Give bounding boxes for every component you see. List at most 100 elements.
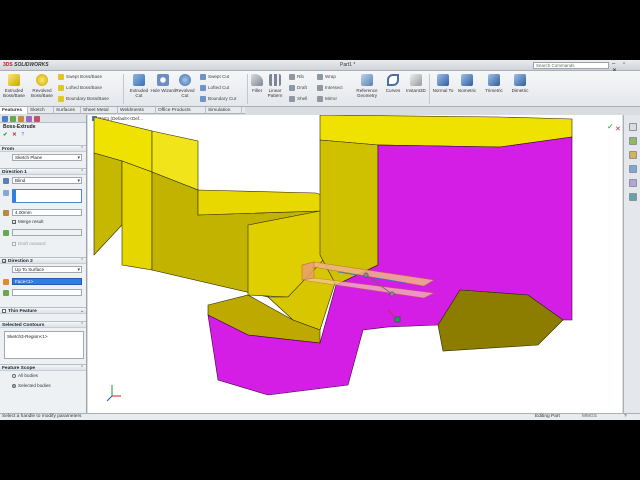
tab-simulation[interactable]: Simulation <box>206 107 242 114</box>
dimetric-button[interactable]: Dimetric <box>507 74 533 93</box>
selected-bodies-radio[interactable]: Selected bodies <box>12 383 51 388</box>
shell-icon <box>289 95 295 102</box>
shell-button[interactable]: Shell <box>289 94 307 103</box>
direction2-end-condition-select[interactable]: Up To Surface <box>12 266 82 273</box>
all-bodies-radio[interactable]: All bodies <box>12 373 38 378</box>
extruded-cut-button[interactable]: Extruded Cut <box>126 74 152 98</box>
curves-icon <box>387 74 399 86</box>
help-button[interactable]: ? <box>21 132 24 138</box>
direction2-face-field[interactable]: Face<1> <box>12 278 82 285</box>
normal-to-icon <box>437 74 449 86</box>
draft-icon <box>289 84 295 91</box>
view-palette-icon[interactable] <box>629 165 637 173</box>
swept-boss-button[interactable]: Swept Boss/Base <box>58 72 102 81</box>
boundary-boss-icon <box>58 95 64 102</box>
selected-contours-list[interactable]: Sketch3-Region<1> <box>4 331 84 359</box>
reference-geometry-button[interactable]: Reference Geometry <box>352 74 382 98</box>
trimetric-button[interactable]: Trimetric <box>481 74 507 93</box>
configuration-manager-tab-icon[interactable] <box>18 116 24 122</box>
draft-button[interactable]: Draft <box>289 83 307 92</box>
selected-contours-group-header[interactable]: Selected Contours ⌃ <box>0 321 86 328</box>
merge-result-label: Merge result <box>18 219 44 224</box>
cancel-x-icon[interactable]: ✕ <box>615 125 621 133</box>
ok-check-icon[interactable]: ✓ <box>607 122 614 131</box>
direction2-check[interactable]: ✓ <box>2 258 6 263</box>
logo-ds: 3DS <box>3 62 13 68</box>
chevron-up-icon: ⌃ <box>79 259 84 264</box>
draft-outward-checkbox[interactable]: Draft outward <box>12 241 46 246</box>
revolved-boss-button[interactable]: Revolved Boss/Base <box>29 74 55 98</box>
appearances-icon[interactable] <box>629 179 637 187</box>
direction2-offset-field[interactable] <box>12 289 82 296</box>
boundary-boss-button[interactable]: Boundary Boss/Base <box>58 94 109 103</box>
intersect-button[interactable]: Intersect <box>317 83 343 92</box>
all-bodies-label: All bodies <box>18 373 38 378</box>
chevron-up-icon: ⌃ <box>79 147 84 152</box>
draft-outward-check <box>12 241 16 246</box>
direction1-group-header[interactable]: Direction 1 ⌃ <box>0 168 86 175</box>
wrap-button[interactable]: Wrap <box>317 72 336 81</box>
custom-properties-icon[interactable] <box>629 193 637 201</box>
ok-button[interactable]: ✔ <box>3 132 8 138</box>
intersect-icon <box>317 84 323 91</box>
status-help-button[interactable]: ? <box>624 414 627 420</box>
swept-cut-button[interactable]: Swept Cut <box>200 72 229 81</box>
extruded-boss-button[interactable]: Extruded Boss/Base <box>1 74 27 98</box>
isometric-label: Isometric <box>457 88 477 93</box>
linear-pattern-icon <box>269 74 281 86</box>
merge-result-checkbox[interactable]: ✓ Merge result <box>12 219 44 224</box>
instant3d-button[interactable]: Instant3D <box>403 74 429 93</box>
feature-scope-group-header[interactable]: Feature Scope ⌃ <box>0 364 86 371</box>
thin-feature-check[interactable] <box>2 308 6 313</box>
direction1-end-condition-select[interactable]: Blind <box>12 177 82 184</box>
reverse-direction-icon[interactable] <box>3 178 9 184</box>
direction2-label: Direction 2 <box>8 259 33 264</box>
lofted-boss-button[interactable]: Lofted Boss/Base <box>58 83 102 92</box>
swept-cut-label: Swept Cut <box>208 74 230 79</box>
green-handle-icon[interactable] <box>394 316 401 323</box>
dimxpert-tab-icon[interactable] <box>26 116 32 122</box>
ribbon-separator <box>123 74 124 104</box>
feature-tree-tab-icon[interactable] <box>2 116 8 122</box>
drag-handle-dot[interactable] <box>363 272 369 278</box>
contour-list-item[interactable]: Sketch3-Region<1> <box>7 334 81 339</box>
boss-extrude-title: Boss-Extrude <box>3 124 36 130</box>
tab-surfaces[interactable]: Surfaces <box>54 107 81 114</box>
linear-pattern-button[interactable]: Linear Pattern <box>262 74 288 98</box>
direction2-group-header[interactable]: ✓ Direction 2 ⌃ <box>0 257 86 264</box>
units-selector[interactable]: MMGS <box>582 414 597 420</box>
tab-sketch[interactable]: Sketch <box>28 107 54 114</box>
home-icon[interactable] <box>629 123 637 131</box>
mirror-button[interactable]: Mirror <box>317 94 337 103</box>
direction-of-extrusion-field[interactable] <box>12 189 82 203</box>
boundary-cut-button[interactable]: Boundary Cut <box>200 94 236 103</box>
from-select[interactable]: Sketch Plane <box>12 154 82 161</box>
search-commands-input[interactable]: Search Commands <box>533 62 609 69</box>
design-library-icon[interactable] <box>629 137 637 145</box>
drag-handle-dot-2[interactable] <box>389 291 395 297</box>
draft-angle-input[interactable] <box>12 229 82 236</box>
offset-icon <box>3 290 9 296</box>
isometric-icon <box>461 74 473 86</box>
depth-input[interactable]: 4.00mm <box>12 209 82 216</box>
property-manager-tab-icon[interactable] <box>10 116 16 122</box>
tab-features[interactable]: Features <box>0 107 28 114</box>
isometric-button[interactable]: Isometric <box>454 74 480 93</box>
thin-feature-group-header[interactable]: Thin Feature ⌄ <box>0 307 86 314</box>
tab-sheet-metal[interactable]: Sheet Metal <box>81 107 118 114</box>
display-manager-tab-icon[interactable] <box>34 116 40 122</box>
from-group-header[interactable]: From ⌃ <box>0 145 86 152</box>
direction1-label: Direction 1 <box>2 170 27 175</box>
model-view[interactable] <box>88 115 622 413</box>
revolved-cut-button[interactable]: Revolved Cut <box>172 74 198 98</box>
mirror-icon <box>317 95 323 102</box>
normal-to-button[interactable]: Normal To <box>430 74 456 93</box>
rib-button[interactable]: Rib <box>289 72 304 81</box>
tab-office-products[interactable]: Office Products <box>156 107 206 114</box>
cancel-button[interactable]: ✕ <box>12 132 17 138</box>
lofted-cut-button[interactable]: Lofted Cut <box>200 83 229 92</box>
file-explorer-icon[interactable] <box>629 151 637 159</box>
tab-weldments[interactable]: Weldments <box>118 107 156 114</box>
graphics-area[interactable]: Part1 (Default<<Def... ✓ ✕ <box>88 115 622 413</box>
solidworks-window: 3DS SOLIDWORKS Part1 * Search Commands –… <box>0 60 640 420</box>
